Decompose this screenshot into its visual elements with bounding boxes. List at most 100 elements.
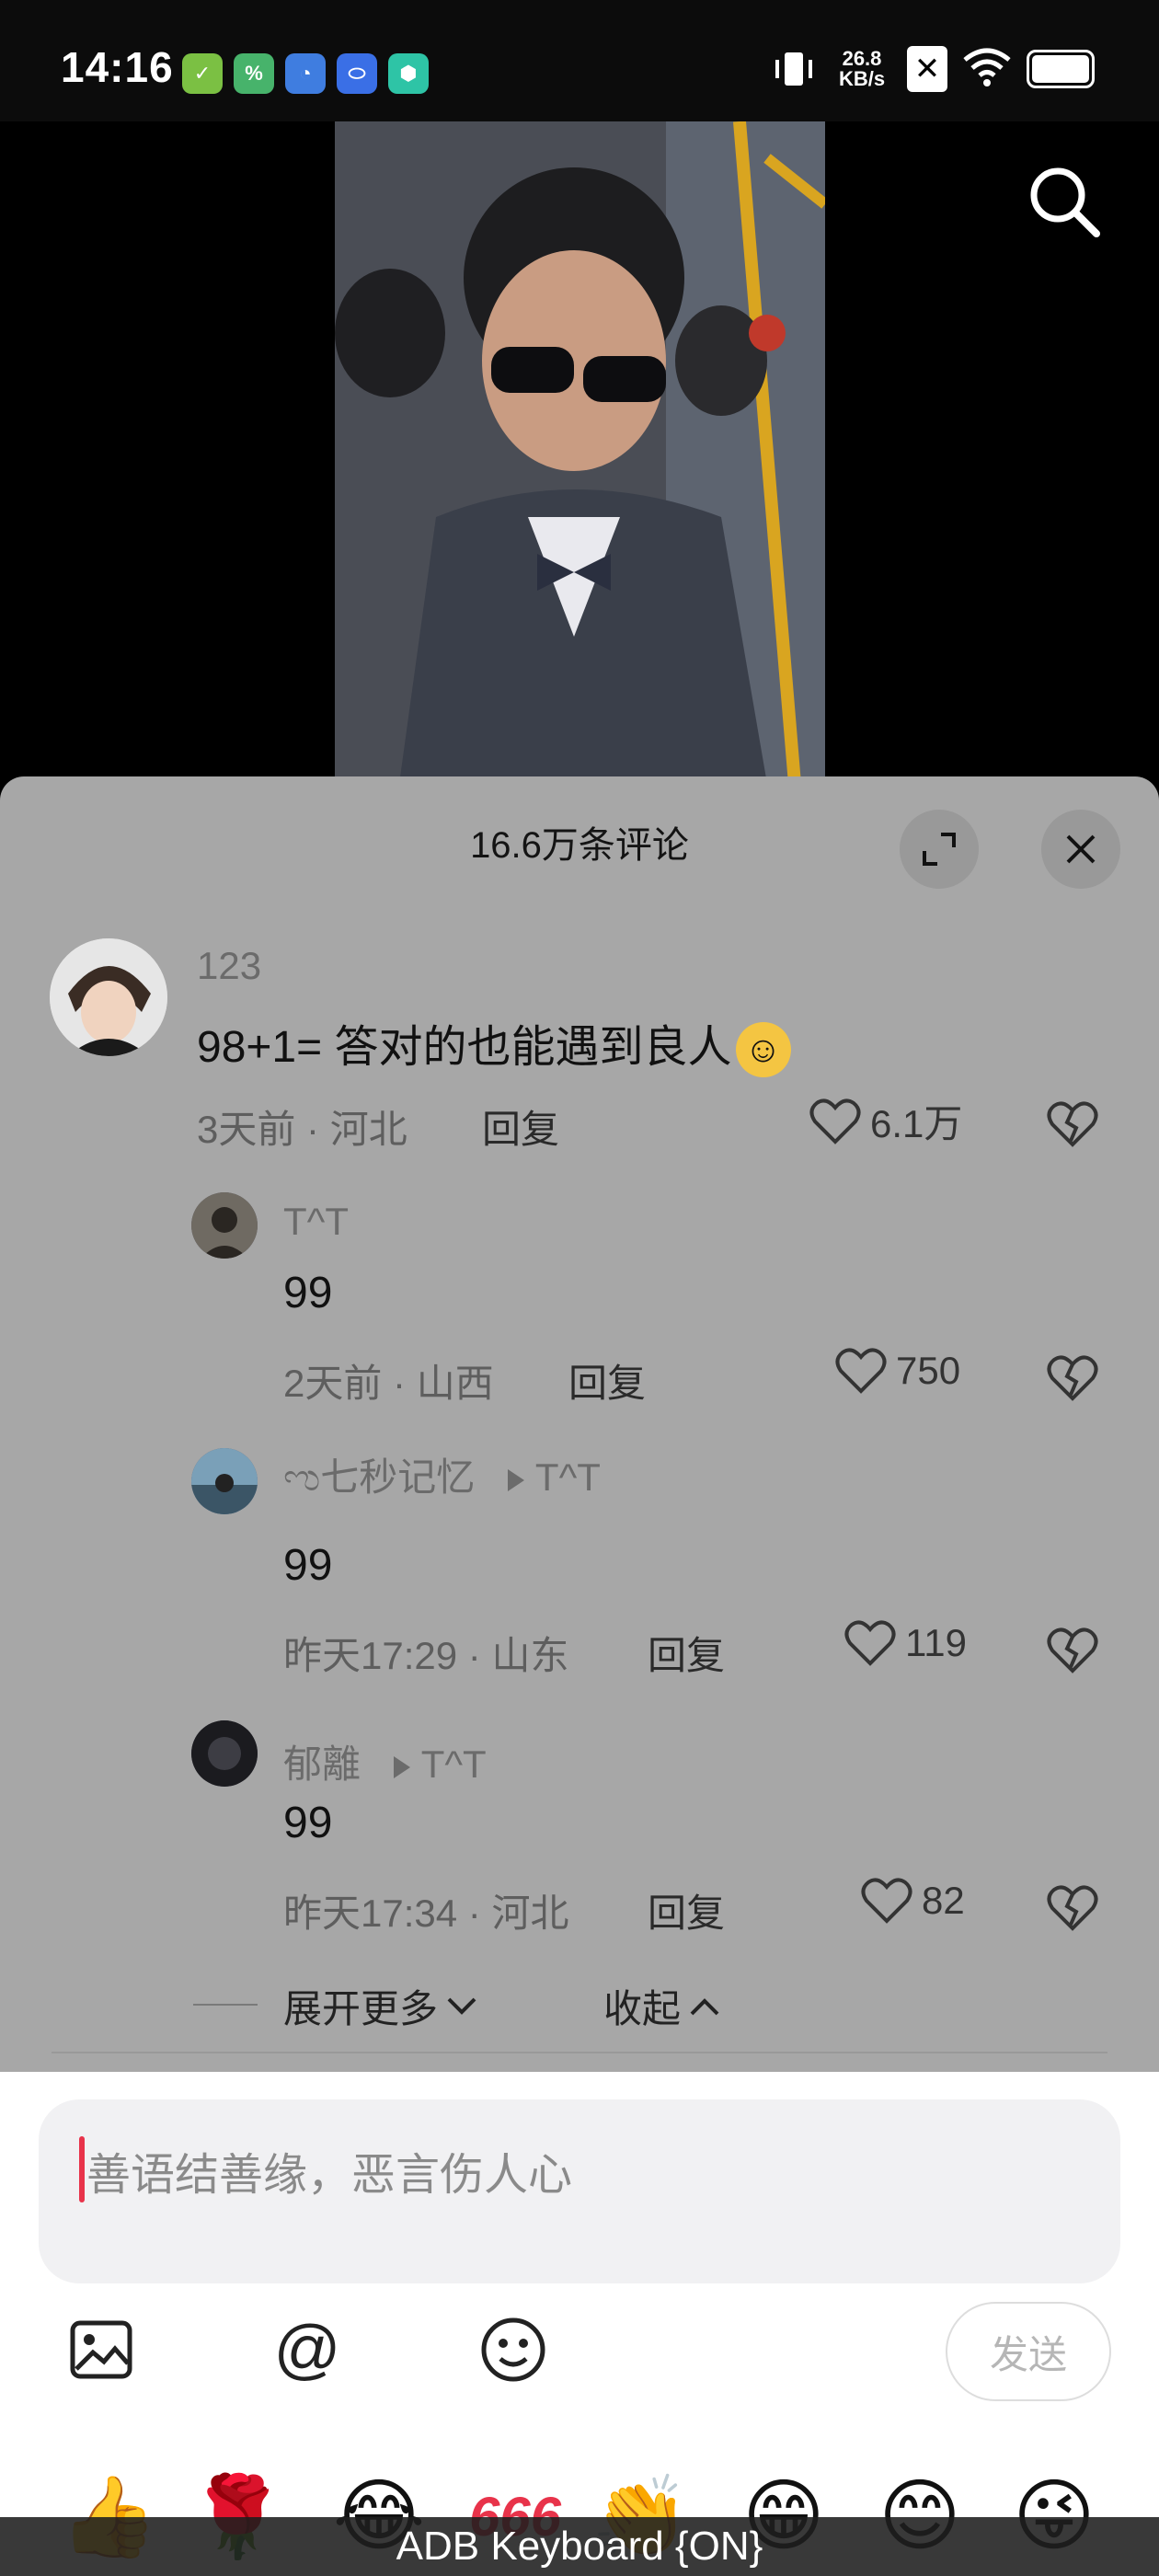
reply-to-tag[interactable]: T^T — [507, 1455, 601, 1499]
chevron-up-icon — [690, 1997, 719, 2015]
vibrate-icon — [771, 46, 817, 92]
at-icon[interactable]: @ — [270, 2313, 344, 2386]
chevron-down-icon — [447, 1997, 476, 2015]
avatar[interactable] — [191, 1192, 258, 1259]
app-calc-icon: % — [234, 53, 274, 94]
emoji-face-icon[interactable] — [476, 2313, 550, 2386]
comments-panel: 16.6万条评论 123 98+1= 答对的也能遇到良人 ☺ 3天前 · 河北 回… — [0, 776, 1159, 2072]
close-icon[interactable] — [1041, 810, 1120, 889]
dislike-broken-heart-icon[interactable] — [1047, 1352, 1098, 1404]
avatar[interactable] — [191, 1720, 258, 1787]
reply-time: 昨天17:34 — [283, 1892, 458, 1935]
reply-meta: 昨天17:34 · 河北 — [283, 1882, 568, 1938]
keyboard-status-overlay: ADB Keyboard {ON} — [0, 2517, 1159, 2576]
meta-dot: · — [457, 1892, 492, 1935]
reply-to-username: T^T — [534, 1455, 601, 1499]
search-icon[interactable] — [1023, 160, 1106, 243]
reply-username[interactable]: ಌ七秒记忆 T^T — [283, 1446, 601, 1502]
like-count: 119 — [905, 1621, 967, 1664]
image-icon[interactable] — [64, 2313, 138, 2386]
reply-text: 99 — [283, 1799, 333, 1847]
heart-icon — [844, 1620, 896, 1666]
dislike-broken-heart-icon[interactable] — [1047, 1098, 1098, 1150]
reply-location: 山西 — [416, 1362, 494, 1405]
reply-meta: 昨天17:29 · 山东 — [283, 1625, 568, 1681]
comment-input-placeholder: 善语结善缘，恶言伤人心 — [86, 2151, 573, 2200]
reply-button[interactable]: 回复 — [568, 1352, 646, 1409]
like-count: 82 — [922, 1879, 965, 1922]
emoji-quick-bar: 👍 🌹 😂 666 👏 😁 😊 😜 ADB Keyboard {ON} — [0, 2421, 1159, 2576]
reply-username-text: 郁離 — [283, 1742, 361, 1786]
dislike-broken-heart-icon[interactable] — [1047, 1625, 1098, 1676]
comment-time: 3天前 — [197, 1108, 296, 1151]
net-speed-value: 26.8 — [842, 47, 882, 70]
like-count: 6.1万 — [870, 1102, 963, 1145]
meta-dot: · — [382, 1362, 417, 1405]
comment-meta: 3天前 · 河北 — [197, 1098, 407, 1155]
status-bar: 14:16 ✓ % ◔ ⬭ ⬢ 26.8 KB/s ✕ — [0, 0, 1159, 121]
heart-icon — [835, 1348, 887, 1394]
comment-text: 98+1= 答对的也能遇到良人 ☺ — [197, 1010, 791, 1078]
no-sim-icon: ✕ — [907, 46, 947, 92]
reply-arrow-icon — [507, 1468, 524, 1491]
comment-location: 河北 — [329, 1108, 407, 1151]
like-button[interactable]: 6.1万 — [809, 1093, 962, 1149]
smiling-emoji-icon: ☺ — [735, 1022, 791, 1078]
status-time: 14:16 — [61, 43, 174, 91]
comment-count-title: 16.6万条评论 — [470, 825, 689, 866]
expand-more-label: 展开更多 — [283, 1987, 439, 2030]
heart-icon — [809, 1098, 861, 1144]
reply-username-text: ಌ七秒记忆 — [283, 1455, 476, 1499]
comment-input-area: 善语结善缘，恶言伤人心 @ 发送 — [0, 2072, 1159, 2421]
reply-to-tag[interactable]: T^T — [393, 1742, 487, 1786]
comment-text-body: 98+1= 答对的也能遇到良人 — [197, 1023, 732, 1072]
text-caret — [79, 2136, 85, 2202]
reply-button[interactable]: 回复 — [648, 1625, 725, 1681]
like-count: 750 — [896, 1349, 961, 1392]
avatar[interactable] — [191, 1448, 258, 1514]
like-button[interactable]: 750 — [835, 1347, 960, 1395]
expand-icon[interactable] — [900, 810, 979, 889]
avatar[interactable] — [50, 938, 167, 1056]
like-button[interactable]: 82 — [861, 1877, 965, 1925]
app-blue-pill-icon: ⬭ — [337, 53, 377, 94]
meta-dot: · — [295, 1108, 330, 1151]
dislike-broken-heart-icon[interactable] — [1047, 1882, 1098, 1934]
reply-meta: 2天前 · 山西 — [283, 1352, 494, 1409]
app-blue-clock-icon: ◔ — [285, 53, 326, 94]
battery-icon — [1027, 50, 1095, 88]
status-indicators: 26.8 KB/s ✕ — [771, 46, 1095, 92]
video-player[interactable] — [0, 121, 1159, 784]
video-scene-image — [335, 121, 825, 784]
reply-time: 2天前 — [283, 1362, 383, 1405]
wifi-icon — [962, 47, 1012, 92]
notification-app-icons: ✓ % ◔ ⬭ ⬢ — [182, 53, 429, 94]
expand-more-button[interactable]: 展开更多 — [283, 1978, 478, 2034]
divider — [52, 2052, 1107, 2053]
reply-button[interactable]: 回复 — [648, 1882, 725, 1938]
collapse-label: 收起 — [603, 1987, 682, 2030]
reply-username[interactable]: 郁離 T^T — [283, 1733, 487, 1789]
net-speed-unit: KB/s — [838, 67, 886, 90]
reply-to-username: T^T — [420, 1742, 487, 1786]
reply-username[interactable]: T^T — [283, 1200, 349, 1244]
reply-location: 山东 — [491, 1634, 569, 1677]
reply-text: 99 — [283, 1269, 333, 1317]
app-teal-shield-icon: ⬢ — [388, 53, 429, 94]
like-button[interactable]: 119 — [844, 1619, 967, 1667]
comment-username[interactable]: 123 — [197, 944, 261, 988]
expand-more-line — [193, 2004, 258, 2006]
reply-arrow-icon — [393, 1755, 410, 1778]
heart-icon — [861, 1878, 912, 1924]
meta-dot: · — [457, 1634, 492, 1677]
collapse-button[interactable]: 收起 — [603, 1978, 721, 2034]
send-button[interactable]: 发送 — [946, 2302, 1111, 2401]
net-speed: 26.8 KB/s — [832, 49, 892, 89]
comment-input[interactable]: 善语结善缘，恶言伤人心 — [39, 2099, 1120, 2283]
reply-time: 昨天17:29 — [283, 1634, 458, 1677]
video-frame[interactable] — [335, 121, 825, 784]
reply-location: 河北 — [491, 1892, 569, 1935]
app-green-check-icon: ✓ — [182, 53, 223, 94]
reply-button[interactable]: 回复 — [482, 1098, 559, 1155]
reply-text: 99 — [283, 1541, 333, 1590]
